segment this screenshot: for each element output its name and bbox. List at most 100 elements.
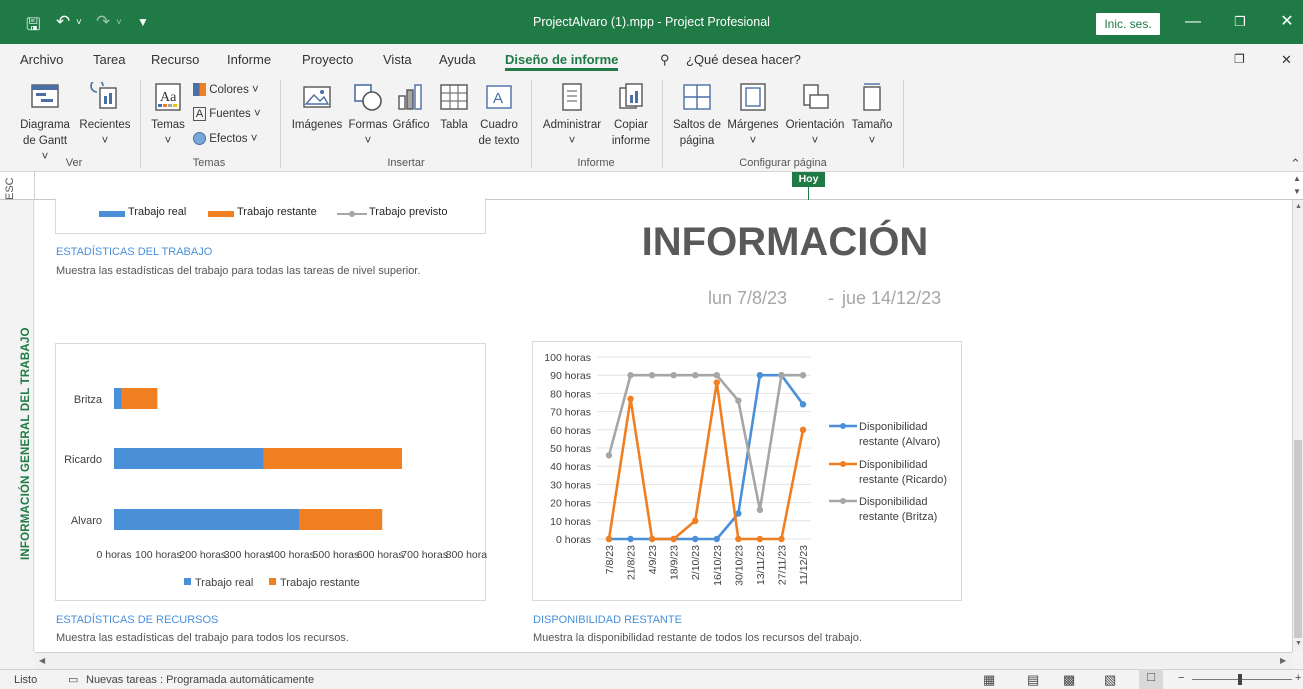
bar-segment <box>263 448 402 469</box>
task-usage-icon[interactable]: ▤ <box>1027 672 1039 688</box>
text-box-button[interactable]: A Cuadro de texto <box>474 80 524 152</box>
tell-me-search[interactable]: ¿Qué desea hacer? <box>686 52 801 67</box>
gantt-view-icon[interactable]: ▦ <box>983 672 995 688</box>
bar-legend-label: Trabajo real <box>195 577 253 589</box>
scroll-down-icon[interactable]: ▼ <box>1295 640 1302 647</box>
tab-ayuda[interactable]: Ayuda <box>439 52 476 67</box>
chart-label: Gráfico <box>392 119 430 131</box>
gantt-chart-button[interactable]: Diagrama de Gantt ˅ <box>18 80 72 163</box>
size-arrow: ˅ <box>868 135 876 147</box>
horizontal-scrollbar[interactable]: ◀ ▶ <box>35 652 1292 669</box>
line-point <box>735 397 742 404</box>
resource-sheet-icon[interactable]: ▧ <box>1104 672 1116 688</box>
fonts-button[interactable]: A Fuentes ˅ <box>193 106 271 122</box>
report-start-date: lun 7/8/23 <box>708 288 788 308</box>
recent-reports-button[interactable]: Recientes ˅ <box>78 79 132 152</box>
tab-informe[interactable]: Informe <box>227 52 271 67</box>
shapes-icon <box>354 84 382 111</box>
line-point <box>799 372 807 379</box>
colors-button[interactable]: Colores ˅ <box>193 82 271 98</box>
line-legend-label: Disponibilidad <box>859 421 928 433</box>
bar-axis-tick-label: 800 horas <box>446 549 487 561</box>
bar-axis-tick-label: 300 horas <box>224 549 271 561</box>
tab-proyecto[interactable]: Proyecto <box>302 52 353 67</box>
sign-in-button[interactable]: Inic. ses. <box>1096 13 1160 35</box>
resource-stats-chart[interactable]: Britza Ricardo Alvaro 0 horas 100 horas 200 h… <box>55 343 492 601</box>
line-legend-marker <box>840 461 846 467</box>
minimize-icon[interactable]: — <box>1178 8 1208 36</box>
line-x-tick-label: 2/10/23 <box>690 545 702 580</box>
orientation-button[interactable]: Orientación ˅ <box>782 80 848 152</box>
size-button[interactable]: Tamaño ˅ <box>848 80 896 152</box>
close-document-icon[interactable]: ✕ <box>1281 52 1292 68</box>
bar-axis-tick-label: 200 horas <box>179 549 226 561</box>
ribbon-display-icon[interactable]: ❐ <box>1234 52 1245 66</box>
scroll-left-icon[interactable]: ◀ <box>39 656 45 665</box>
work-chart-panel[interactable]: Trabajo real Trabajo restante Trabajo pr… <box>55 198 486 234</box>
line-legend-label: restante (Britza) <box>859 511 937 523</box>
availability-chart[interactable]: 0 horas 10 horas 20 horas 30 horas 40 horas 5… <box>532 341 962 601</box>
zoom-in-icon[interactable]: + <box>1295 672 1301 684</box>
group-separator <box>531 80 532 168</box>
timeline-label: ESC <box>4 177 16 200</box>
tab-diseno-de-informe[interactable]: Diseño de informe <box>505 52 618 67</box>
themes-arrow: ˅ <box>164 135 172 147</box>
timeline-strip[interactable]: ESC ▲ ▼ <box>0 172 1303 200</box>
tab-vista[interactable]: Vista <box>383 52 412 67</box>
line-point <box>605 452 613 459</box>
close-icon[interactable]: ✕ <box>1272 8 1302 36</box>
resource-stats-desc: Muestra las estadísticas del trabajo par… <box>56 632 349 644</box>
line-point <box>778 535 785 543</box>
line-y-tick-label: 40 horas <box>550 461 591 473</box>
shapes-arrow: ˅ <box>364 135 372 147</box>
search-icon[interactable]: ⚲ <box>660 52 670 68</box>
chart-button[interactable]: Gráfico <box>391 80 431 152</box>
line-x-tick-label: 18/9/23 <box>669 545 681 580</box>
line-y-tick-label: 0 horas <box>556 534 591 546</box>
line-point <box>627 372 634 379</box>
tab-recurso[interactable]: Recurso <box>151 52 199 67</box>
scroll-up-icon[interactable]: ▲ <box>1295 203 1302 210</box>
themes-button[interactable]: Aa Temas ˅ <box>147 80 189 152</box>
bar-axis-tick-label: 600 horas <box>357 549 404 561</box>
vertical-scrollbar[interactable]: ▲ ▼ <box>1292 200 1303 652</box>
divider <box>34 172 35 200</box>
line-x-tick-label: 4/9/23 <box>647 545 659 574</box>
line-y-tick-label: 80 horas <box>550 388 591 400</box>
manage-button[interactable]: Administrar ˅ <box>538 80 606 152</box>
line-x-tick-label: 11/12/23 <box>798 545 810 585</box>
margins-button[interactable]: Márgenes ˅ <box>724 80 782 152</box>
line-legend-label: Disponibilidad <box>859 496 928 508</box>
collapse-ribbon-icon[interactable]: ⌃ <box>1290 156 1301 172</box>
bar-segment <box>299 509 383 530</box>
copy-report-label-1: Copiar <box>614 119 648 131</box>
active-tab-indicator <box>505 68 618 71</box>
table-button[interactable]: Tabla <box>436 80 472 152</box>
line-x-tick-label: 30/10/23 <box>733 545 745 586</box>
line-series <box>607 381 805 541</box>
page-breaks-button[interactable]: Saltos de página <box>670 80 724 152</box>
bar-category-label: Alvaro <box>71 515 102 527</box>
effects-button[interactable]: Efectos ˅ <box>193 131 271 147</box>
zoom-slider-thumb[interactable] <box>1238 674 1242 685</box>
scroll-right-icon[interactable]: ▶ <box>1280 656 1286 665</box>
shapes-button[interactable]: Formas ˅ <box>345 80 391 152</box>
timeline-scroll-up-icon[interactable]: ▲ <box>1293 174 1301 183</box>
manage-arrow: ˅ <box>568 135 576 147</box>
line-legend-label: restante (Ricardo) <box>859 474 947 486</box>
line-point <box>756 372 764 379</box>
team-planner-icon[interactable]: ▩ <box>1063 672 1075 688</box>
vertical-scroll-thumb[interactable] <box>1294 440 1302 638</box>
zoom-slider-track[interactable] <box>1192 679 1292 680</box>
new-tasks-mode[interactable]: Nuevas tareas : Programada automáticamen… <box>86 674 314 686</box>
report-canvas: Trabajo real Trabajo restante Trabajo pr… <box>35 198 1292 652</box>
line-point <box>692 535 699 543</box>
zoom-out-icon[interactable]: − <box>1178 672 1184 684</box>
tab-tarea[interactable]: Tarea <box>93 52 126 67</box>
timeline-scroll-down-icon[interactable]: ▼ <box>1293 187 1301 196</box>
report-view-icon[interactable]: □ <box>1139 669 1163 689</box>
images-button[interactable]: Imágenes <box>289 80 345 152</box>
tab-archivo[interactable]: Archivo <box>20 52 63 67</box>
copy-report-button[interactable]: Copiar informe <box>608 80 654 152</box>
restore-icon[interactable]: ❐ <box>1225 8 1255 36</box>
